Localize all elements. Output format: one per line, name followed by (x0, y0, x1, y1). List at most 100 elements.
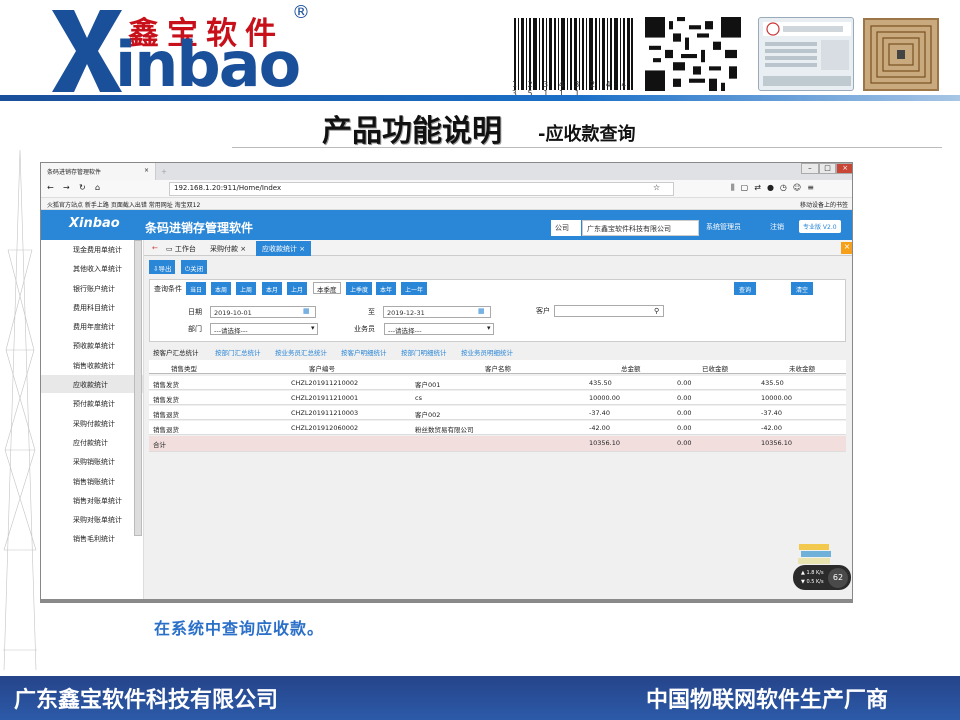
sidebar: 现金费用单统计 其他收入单统计 银行账户统计 费用科目统计 费用年度统计 预收款… (41, 240, 144, 602)
network-speed-widget[interactable]: ▲ 1.8 K/s ▼ 0.5 K/s 62 (793, 565, 851, 590)
sidebar-item[interactable]: 销售销账统计 (41, 472, 143, 491)
calendar-icon[interactable]: ▦ (303, 307, 310, 315)
toolbar-icons[interactable]: ⫼▢⇄●◷☺≡ (731, 183, 820, 193)
sidebar-item[interactable]: 销售对账单统计 (41, 491, 143, 511)
sidebar-item[interactable]: 采购销账统计 (41, 452, 143, 472)
footer-slogan: 中国物联网软件生产厂商 (646, 688, 889, 713)
tab-workbench[interactable]: ▭ 工作台 (160, 241, 202, 256)
chevron-down-icon[interactable]: ▾ (487, 324, 491, 332)
user-link[interactable]: 系统管理员 (706, 222, 741, 232)
total-label: 合计 (153, 441, 166, 449)
quick-this-month-button[interactable]: 本月 (262, 282, 283, 295)
home-icon[interactable]: ⌂ (95, 183, 100, 192)
sidebar-item[interactable]: 银行账户统计 (41, 279, 143, 298)
subtab-by-clerk-detail[interactable]: 按业务员明细统计 (461, 347, 513, 357)
new-tab-button[interactable]: ＋ (159, 165, 264, 178)
subtab-by-customer-summary[interactable]: 按客户汇总统计 (153, 347, 199, 357)
col-customer-code: 客户编号 (309, 365, 335, 373)
subtab-by-customer-detail[interactable]: 按客户明细统计 (341, 347, 387, 357)
search-icon[interactable]: ⚲ (654, 307, 659, 315)
table-row[interactable]: 销售退货 CHZL201912060002 粉丝数贸易有限公司 -42.00 0… (149, 421, 846, 435)
sidebar-scrollbar[interactable] (134, 240, 142, 536)
slide-title: 产品功能说明 (322, 114, 502, 149)
star-icon[interactable]: ☆ (653, 183, 660, 192)
content-tabs: ← ▭ 工作台 采购付款 × 应收款统计 × (144, 240, 852, 256)
cell-customer-code: CHZL201911210002 (291, 379, 359, 387)
quick-today-button[interactable]: 当日 (186, 282, 207, 295)
slide-caption: 在系统中查询应收款。 (154, 619, 325, 638)
tab-receivables[interactable]: 应收款统计 × (256, 241, 312, 256)
table-row[interactable]: 销售发货 CHZL201911210001 cs 10000.00 0.00 1… (149, 391, 846, 405)
sidebar-item[interactable]: 现金费用单统计 (41, 240, 143, 260)
sidebar-item[interactable]: 销售收款统计 (41, 356, 143, 376)
quick-last-quarter-button[interactable]: 上季度 (346, 282, 373, 295)
total-amount: 10356.10 (589, 439, 621, 447)
date-from-input[interactable]: 2019-10-01 (210, 306, 316, 318)
close-icon[interactable]: × (144, 167, 149, 176)
bookmarks-list[interactable]: 火狐官方站点 新手上路 页面截入出错 常用网址 淘宝双12 (47, 202, 200, 209)
logo-english-text: inbao (115, 28, 301, 101)
chevron-down-icon[interactable]: ▾ (311, 324, 315, 332)
customer-input[interactable] (554, 305, 664, 317)
subtab-by-dept-detail[interactable]: 按部门明细统计 (401, 347, 447, 357)
cpu-percent: 62 (828, 568, 848, 588)
export-button[interactable]: ⇩导出 (149, 260, 176, 274)
title-underline (232, 147, 942, 148)
app-header: Xinbao 条码进销存管理软件 公司 广东鑫宝软件科技有限公司 系统管理员 注… (41, 210, 852, 240)
tab-purchase-payment[interactable]: 采购付款 × (204, 241, 252, 256)
maximize-icon[interactable]: □ (818, 163, 837, 174)
sidebar-item[interactable]: 应付款统计 (41, 433, 143, 453)
book-stack-icon (798, 544, 831, 564)
sidebar-item-active[interactable]: 应收款统计 (41, 375, 143, 395)
total-unreceived: 10356.10 (761, 439, 793, 447)
quick-this-quarter-button[interactable]: 本季度 (313, 282, 341, 294)
cell-unreceived-amount: -42.00 (761, 424, 782, 432)
quick-last-year-button[interactable]: 上一年 (401, 282, 428, 295)
company-select[interactable]: 广东鑫宝软件科技有限公司 (582, 220, 699, 236)
table-total-row: 合计 10356.10 0.00 10356.10 (149, 436, 846, 452)
subtab-by-clerk-summary[interactable]: 按业务员汇总统计 (275, 347, 327, 357)
sidebar-item[interactable]: 采购对账单统计 (41, 510, 143, 530)
window-close-icon[interactable]: × (836, 163, 852, 174)
tower-background-image (3, 150, 37, 670)
clerk-select[interactable]: ---请选择--- (384, 323, 494, 335)
mobile-bookmarks[interactable]: 移动设备上的书签 (800, 200, 848, 209)
sidebar-item[interactable]: 费用年度统计 (41, 317, 143, 337)
clear-button[interactable]: 清空 (791, 282, 813, 295)
address-bar[interactable]: 192.168.1.20:911/Home/Index (169, 182, 674, 196)
app-screenshot: 条码进销存管理软件 × ＋ – □ × ← → ↻ ⌂ 192.168.1.20:91… (40, 162, 853, 603)
minimize-icon[interactable]: – (801, 163, 819, 174)
quick-last-week-button[interactable]: 上周 (236, 282, 257, 295)
download-speed: ▼ 0.5 K/s (801, 579, 824, 585)
cell-unreceived-amount: 10000.00 (761, 394, 793, 402)
reload-icon[interactable]: ↻ (79, 183, 86, 192)
sidebar-item[interactable]: 采购付款统计 (41, 414, 143, 433)
browser-tab-bar: 条码进销存管理软件 × ＋ – □ × (41, 163, 852, 180)
cell-unreceived-amount: -37.40 (761, 409, 782, 417)
table-row[interactable]: 销售发货 CHZL201911210002 客户001 435.50 0.00 … (149, 376, 846, 390)
subtab-by-dept-summary[interactable]: 按部门汇总统计 (215, 347, 261, 357)
sidebar-item[interactable]: 销售毛利统计 (41, 529, 143, 549)
cell-customer-code: CHZL201911210001 (291, 394, 359, 402)
back-icon[interactable]: ← (47, 183, 54, 192)
forward-icon[interactable]: → (63, 183, 70, 192)
close-label: 关闭 (190, 265, 204, 273)
quick-this-year-button[interactable]: 本年 (376, 282, 397, 295)
summary-subtabs: 按客户汇总统计 按部门汇总统计 按业务员汇总统计 按客户明细统计 按部门明细统计… (149, 347, 846, 359)
cell-received-amount: 0.00 (677, 409, 692, 417)
quick-this-week-button[interactable]: 本周 (211, 282, 232, 295)
logout-link[interactable]: 注销 (770, 222, 784, 232)
sidebar-item[interactable]: 费用科目统计 (41, 298, 143, 318)
sidebar-item[interactable]: 其他收入单统计 (41, 259, 143, 279)
calendar-icon[interactable]: ▦ (478, 307, 485, 315)
sidebar-item[interactable]: 预收款单统计 (41, 336, 143, 356)
table-row[interactable]: 销售退货 CHZL201911210003 客户002 -37.40 0.00 … (149, 406, 846, 420)
close-all-tabs-button[interactable]: × (841, 242, 852, 254)
search-button[interactable]: 查询 (734, 282, 756, 295)
quick-last-month-button[interactable]: 上月 (287, 282, 308, 295)
sidebar-item[interactable]: 预付款单统计 (41, 394, 143, 414)
date-to-input[interactable]: 2019-12-31 (383, 306, 491, 318)
browser-tab[interactable]: 条码进销存管理软件 × (41, 163, 156, 180)
close-button[interactable]: ⏻关闭 (181, 260, 208, 274)
dept-select[interactable]: ---请选择--- (210, 323, 318, 335)
